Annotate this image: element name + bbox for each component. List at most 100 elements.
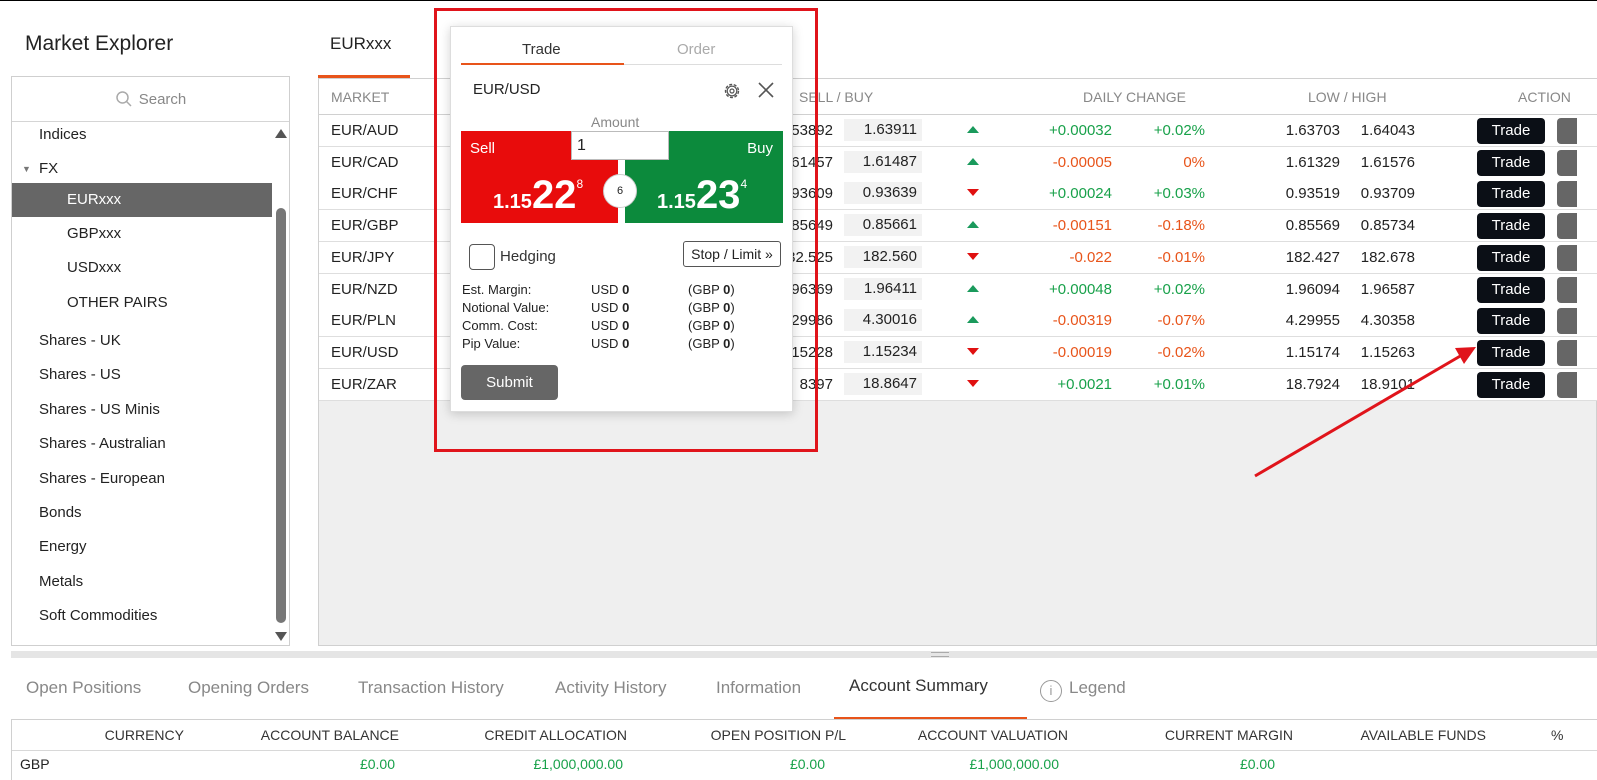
market-name[interactable]: EUR/CHF (331, 185, 398, 202)
search-input[interactable]: Search (12, 77, 289, 122)
search-icon (115, 91, 132, 107)
more-button[interactable] (1557, 371, 1577, 398)
low-price: 0.93519 (1285, 185, 1340, 203)
sidebar-item-indices[interactable]: Indices (12, 123, 272, 152)
market-name[interactable]: EUR/USD (331, 344, 399, 361)
trade-button[interactable]: Trade (1477, 213, 1545, 240)
more-button[interactable] (1557, 213, 1577, 240)
close-icon[interactable] (757, 81, 775, 99)
tab-activity-history[interactable]: Activity History (555, 678, 666, 698)
tab-eurxxx[interactable]: EURxxx (318, 24, 410, 78)
tab-account-summary[interactable]: Account Summary (849, 676, 988, 696)
column-header[interactable]: ACCOUNT BALANCE (261, 727, 399, 743)
sidebar-item-shares-european[interactable]: Shares - European (12, 462, 272, 496)
tab-trade[interactable]: Trade (522, 41, 561, 58)
sidebar-item-usdxxx[interactable]: USDxxx (12, 251, 272, 285)
buy-price[interactable]: 18.8647 (844, 372, 922, 395)
info-gbp-close: ) (730, 282, 735, 297)
market-name[interactable]: EUR/ZAR (331, 376, 397, 393)
buy-price[interactable]: 1.61487 (844, 150, 922, 173)
buy-price[interactable]: 182.560 (844, 245, 922, 268)
more-button[interactable] (1557, 276, 1577, 303)
sidebar-item-other-pairs[interactable]: OTHER PAIRS (12, 286, 272, 320)
info-gbp: (GBP 0) (688, 282, 735, 297)
more-button[interactable] (1557, 339, 1577, 366)
trade-button[interactable]: Trade (1477, 308, 1545, 335)
trade-button[interactable]: Trade (1477, 276, 1545, 303)
market-name[interactable]: EUR/GBP (331, 217, 399, 234)
info-icon[interactable]: i (1040, 680, 1062, 702)
tree-scrollbar[interactable] (274, 123, 288, 645)
buy-price[interactable]: 1.96411 (844, 277, 922, 300)
header-daily-change[interactable]: DAILY CHANGE (1083, 89, 1186, 105)
splitter-grip-icon[interactable] (931, 652, 949, 657)
sidebar-item-soft-commodities[interactable]: Soft Commodities (12, 599, 272, 633)
header-market[interactable]: MARKET (331, 89, 389, 105)
caret-down-icon[interactable]: ▼ (22, 152, 31, 186)
tab-order[interactable]: Order (677, 41, 715, 58)
tab-opening-orders[interactable]: Opening Orders (188, 678, 309, 698)
sidebar-item-label: Indices (39, 126, 87, 143)
buy-price[interactable]: 1.63911 (844, 119, 922, 141)
buy-price[interactable]: 0.93639 (844, 182, 922, 205)
column-header[interactable]: % (1551, 727, 1563, 743)
gear-icon[interactable] (722, 81, 742, 101)
amount-input[interactable]: 1 (571, 131, 669, 160)
hedging-checkbox[interactable] (469, 244, 495, 270)
sidebar-item-shares-us[interactable]: Shares - US (12, 358, 272, 392)
submit-button[interactable]: Submit (461, 365, 558, 400)
market-name[interactable]: EUR/JPY (331, 249, 394, 266)
header-low-high[interactable]: LOW / HIGH (1308, 89, 1387, 105)
market-name[interactable]: EUR/CAD (331, 154, 399, 171)
more-button[interactable] (1557, 308, 1577, 335)
trade-button[interactable]: Trade (1477, 149, 1545, 176)
buy-price[interactable]: 0.85661 (844, 214, 922, 237)
daily-change-percent: +0.01% (1153, 375, 1205, 393)
trend-up-icon (967, 284, 979, 292)
trade-ticket: Trade Order EUR/USD Amount Sell 1.15228 … (450, 26, 793, 412)
column-header[interactable]: ACCOUNT VALUATION (918, 727, 1068, 743)
market-tree: Indices ▼ FX EURxxx GBPxxx USDxxx OTHER PAIRS S… (12, 123, 272, 645)
sidebar-item-label: FX (39, 160, 59, 177)
more-button[interactable] (1557, 181, 1577, 208)
market-name[interactable]: EUR/NZD (331, 281, 398, 298)
column-header[interactable]: CURRENT MARGIN (1165, 727, 1293, 743)
panel-splitter[interactable] (11, 651, 1597, 658)
column-header[interactable]: CURRENCY (105, 727, 184, 743)
tab-open-positions[interactable]: Open Positions (26, 678, 141, 698)
sidebar-item-energy[interactable]: Energy (12, 530, 272, 564)
trade-button[interactable]: Trade (1477, 118, 1545, 144)
buy-price[interactable]: 1.15234 (844, 340, 922, 363)
info-usd-value: 0 (622, 318, 630, 333)
column-header[interactable]: CREDIT ALLOCATION (484, 727, 627, 743)
more-button[interactable] (1557, 244, 1577, 271)
high-price: 1.64043 (1360, 122, 1415, 139)
more-button[interactable] (1557, 118, 1577, 144)
sidebar-item-shares-us-minis[interactable]: Shares - US Minis (12, 393, 272, 427)
tab-information[interactable]: Information (716, 678, 801, 698)
sidebar-item-gbpxxx[interactable]: GBPxxx (12, 217, 272, 251)
sidebar-item-metals[interactable]: Metals (12, 565, 272, 599)
scroll-up-icon[interactable] (275, 129, 287, 138)
market-name[interactable]: EUR/PLN (331, 312, 396, 329)
info-usd: USD 0 (591, 336, 629, 351)
spread-badge: 6 (603, 174, 637, 208)
sidebar-item-eurxxx[interactable]: EURxxx (12, 183, 272, 217)
daily-change: -0.022 (1069, 248, 1112, 266)
sidebar-item-fx[interactable]: ▼ FX (12, 152, 272, 186)
sidebar-item-bonds[interactable]: Bonds (12, 496, 272, 530)
scroll-thumb[interactable] (276, 208, 286, 623)
column-header[interactable]: AVAILABLE FUNDS (1360, 727, 1486, 743)
tab-transaction-history[interactable]: Transaction History (358, 678, 504, 698)
scroll-down-icon[interactable] (275, 632, 287, 641)
sidebar-item-shares-uk[interactable]: Shares - UK (12, 324, 272, 358)
column-header[interactable]: OPEN POSITION P/L (711, 727, 846, 743)
stop-limit-button[interactable]: Stop / Limit » (683, 241, 781, 267)
more-button[interactable] (1557, 149, 1577, 176)
market-name[interactable]: EUR/AUD (331, 122, 399, 139)
trade-button[interactable]: Trade (1477, 181, 1545, 208)
tab-legend[interactable]: Legend (1069, 678, 1126, 698)
sidebar-item-shares-australian[interactable]: Shares - Australian (12, 427, 272, 461)
buy-price[interactable]: 4.30016 (844, 309, 922, 332)
trade-button[interactable]: Trade (1477, 244, 1545, 271)
